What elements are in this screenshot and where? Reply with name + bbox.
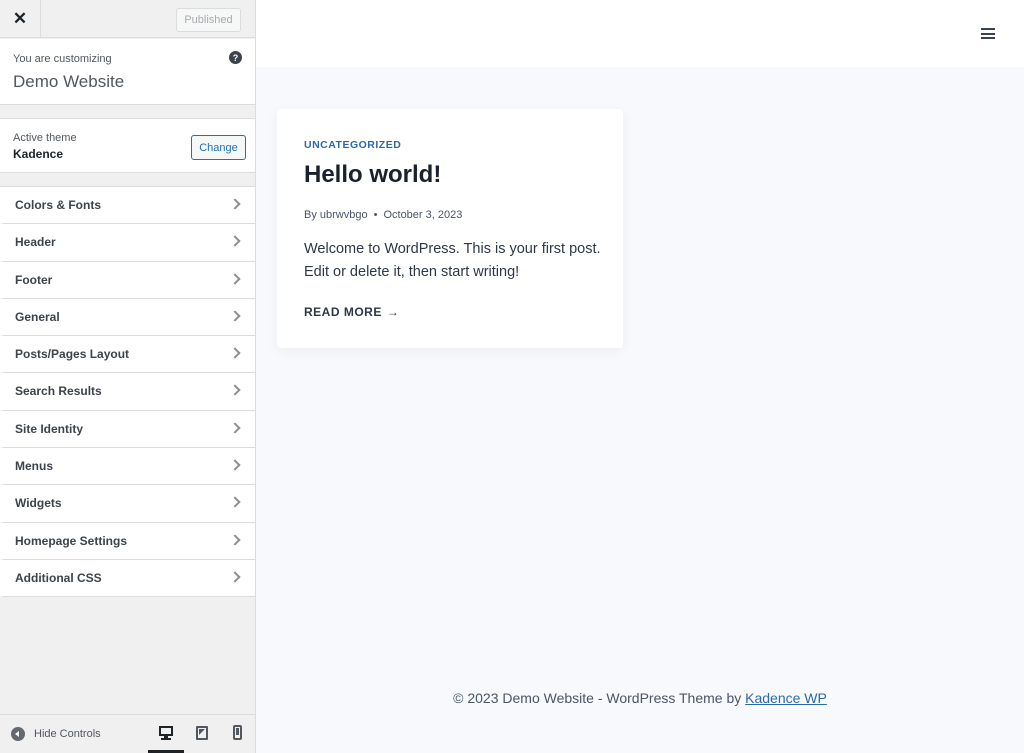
panel-header[interactable]: Header	[0, 224, 255, 262]
customizing-label: You are customizing	[13, 53, 112, 65]
post-meta: By ubrwvbgo • October 3, 2023	[304, 209, 462, 221]
panel-label: Widgets	[15, 496, 62, 511]
panel-label: Colors & Fonts	[15, 198, 101, 212]
footer-theme-link[interactable]: Kadence WP	[745, 690, 827, 706]
read-more-label: READ MORE	[304, 305, 382, 319]
post-excerpt: Welcome to WordPress. This is your first…	[304, 241, 601, 280]
panel-widgets[interactable]: Widgets	[0, 485, 255, 523]
chevron-right-icon	[229, 422, 241, 434]
active-theme-name: Kadence	[13, 147, 64, 161]
hide-controls-label: Hide Controls	[34, 728, 101, 740]
chevron-right-icon	[229, 459, 241, 471]
panel-label: Menus	[15, 459, 54, 474]
publish-button[interactable]: Published	[176, 8, 241, 32]
panel-menus[interactable]: Menus	[0, 448, 255, 486]
customizer-sidebar: ✕ Published You are customizing Demo Web…	[0, 0, 256, 753]
active-theme-label: Active theme	[13, 132, 77, 144]
chevron-right-icon	[229, 310, 241, 322]
mobile-preview-icon[interactable]	[230, 725, 246, 741]
site-title: Demo Website	[13, 72, 125, 91]
post-date[interactable]: October 3, 2023	[383, 209, 462, 221]
help-icon[interactable]: ?	[229, 51, 242, 64]
chevron-right-icon	[229, 496, 241, 509]
chevron-right-icon	[229, 571, 241, 583]
chevron-right-icon	[229, 198, 241, 210]
read-more-link[interactable]: READ MORE →	[304, 305, 399, 319]
panel-homepage-settings[interactable]: Homepage Settings	[0, 522, 255, 560]
customizer-panel-list: Colors & Fonts Header Footer General Pos…	[0, 186, 255, 598]
chevron-right-icon	[229, 347, 241, 359]
panel-label: Header	[15, 235, 56, 250]
panel-colors-fonts[interactable]: Colors & Fonts	[0, 187, 255, 225]
chevron-right-icon	[229, 384, 241, 397]
hide-controls-button[interactable]: Hide Controls	[11, 727, 101, 741]
post-title[interactable]: Hello world!	[304, 161, 441, 189]
customizer-info: You are customizing Demo Website ?	[0, 39, 255, 105]
post-category-link[interactable]: UNCATEGORIZED	[304, 139, 401, 151]
footer-copyright: © 2023 Demo Website - WordPress Theme by	[453, 690, 742, 706]
close-icon[interactable]: ✕	[0, 0, 41, 38]
panel-label: Search Results	[15, 384, 102, 399]
panel-label: Footer	[15, 272, 53, 287]
panel-footer[interactable]: Footer	[0, 261, 255, 299]
customizer-topbar: ✕ Published	[0, 0, 255, 38]
collapse-arrow-icon	[11, 727, 25, 741]
post-author[interactable]: By ubrwvbgo	[304, 209, 368, 221]
panel-general[interactable]: General	[0, 298, 255, 337]
chevron-right-icon	[229, 272, 241, 285]
panel-label: Homepage Settings	[15, 533, 128, 548]
post-card: UNCATEGORIZED Hello world! By ubrwvbgo • O…	[277, 109, 623, 348]
panel-posts-pages-layout[interactable]: Posts/Pages Layout	[0, 336, 255, 374]
meta-separator: •	[373, 209, 378, 221]
panel-additional-css[interactable]: Additional CSS	[0, 559, 255, 598]
change-theme-button[interactable]: Change	[191, 135, 246, 160]
chevron-right-icon	[229, 235, 241, 247]
tablet-preview-icon[interactable]	[195, 725, 211, 741]
panel-label: General	[15, 309, 60, 324]
site-footer: © 2023 Demo Website - WordPress Theme by…	[256, 690, 1024, 706]
active-theme-section: Active theme Kadence Change	[0, 118, 255, 173]
panel-site-identity[interactable]: Site Identity	[0, 410, 255, 449]
desktop-preview-icon[interactable]	[158, 725, 174, 741]
panel-label: Additional CSS	[15, 570, 102, 585]
panel-label: Posts/Pages Layout	[15, 347, 130, 362]
panel-search-results[interactable]: Search Results	[0, 373, 255, 411]
site-preview: UNCATEGORIZED Hello world! By ubrwvbgo • O…	[256, 0, 1024, 753]
arrow-right-icon: →	[386, 305, 400, 319]
menu-hamburger-icon[interactable]	[981, 28, 995, 39]
chevron-right-icon	[229, 534, 241, 546]
site-header	[256, 0, 1024, 67]
panel-label: Site Identity	[15, 421, 84, 436]
customizer-footer-actions: Hide Controls	[0, 714, 255, 753]
